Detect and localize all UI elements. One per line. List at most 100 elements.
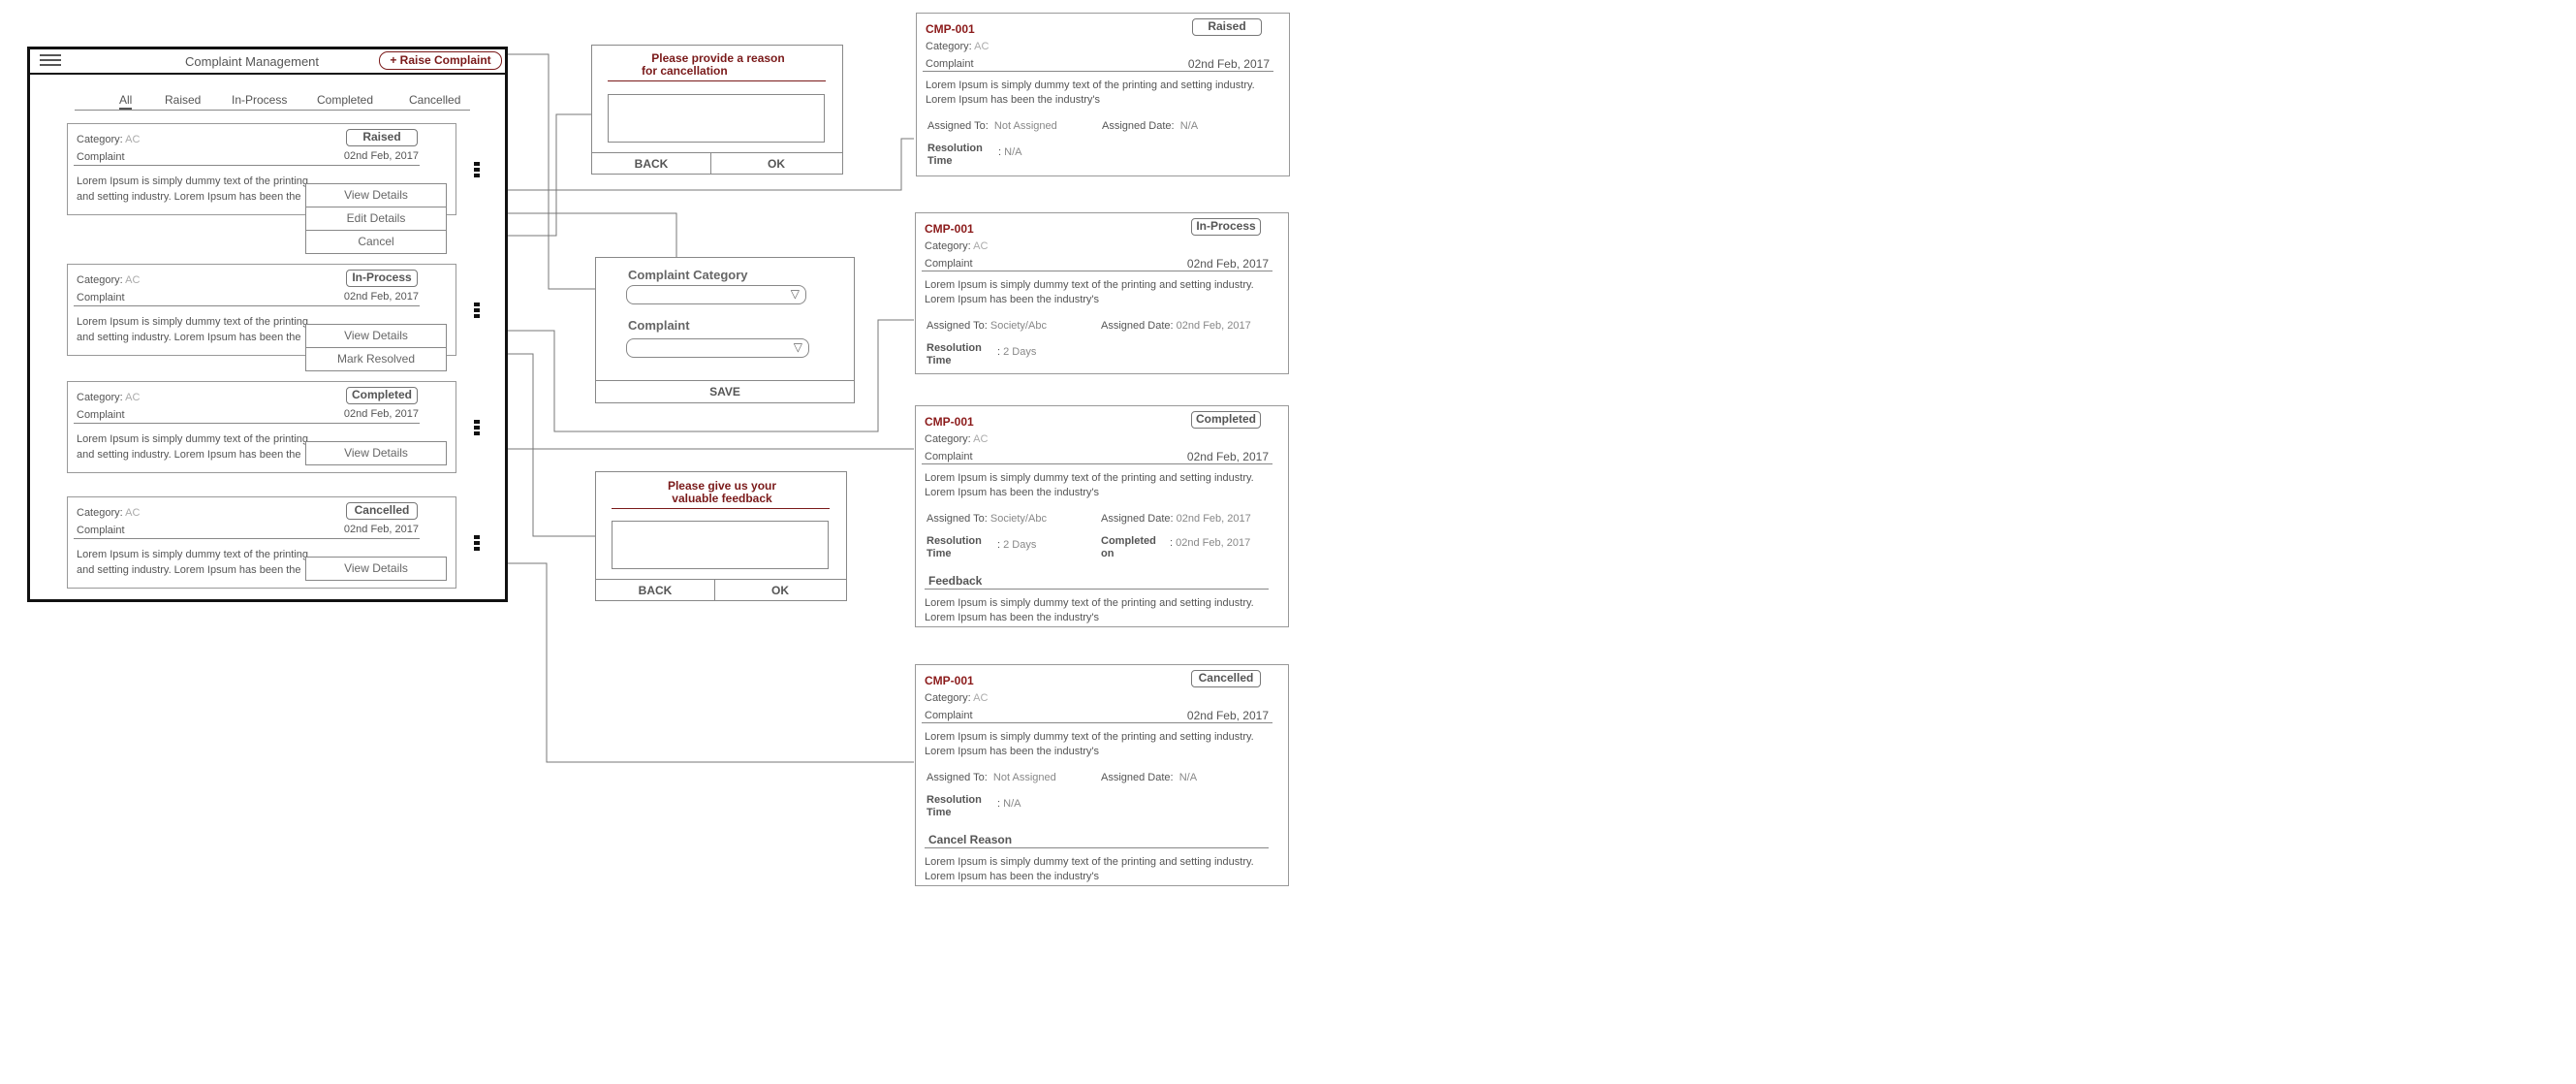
more-options-icon[interactable] bbox=[474, 303, 480, 318]
dropdown-arrow-icon: ▽ bbox=[793, 340, 802, 354]
status-badge: Raised bbox=[346, 129, 418, 146]
card-complaint-label: Complaint bbox=[77, 151, 125, 163]
resolution-time: : N/A bbox=[998, 146, 1022, 158]
tab-raised[interactable]: Raised bbox=[165, 93, 201, 107]
card-description: Lorem Ipsum is simply dummy text of the … bbox=[77, 175, 309, 203]
complaint-id: CMP-001 bbox=[925, 222, 974, 236]
dialog-title: Please give us your valuable feedback bbox=[667, 479, 777, 505]
detail-description: Lorem Ipsum is simply dummy text of the … bbox=[925, 279, 1254, 305]
complaint-select[interactable]: ▽ bbox=[626, 338, 809, 358]
divider bbox=[922, 722, 1272, 723]
more-options-icon[interactable] bbox=[474, 420, 480, 435]
detail-date: 02nd Feb, 2017 bbox=[1186, 257, 1269, 271]
detail-complaint-label: Complaint bbox=[926, 58, 974, 70]
cancel-reason-section-title: Cancel Reason bbox=[928, 833, 1013, 846]
menu-view-details[interactable]: View Details bbox=[306, 184, 446, 207]
menu-view-details[interactable]: View Details bbox=[306, 325, 446, 348]
dialog-buttons: BACK OK bbox=[596, 579, 846, 601]
detail-category: Category: AC bbox=[925, 433, 989, 445]
detail-category: Category: AC bbox=[925, 240, 989, 252]
card-description: Lorem Ipsum is simply dummy text of the … bbox=[77, 549, 309, 576]
save-button[interactable]: SAVE bbox=[596, 381, 854, 402]
detail-description: Lorem Ipsum is simply dummy text of the … bbox=[926, 80, 1255, 106]
resolution-time-label: Resolution Time bbox=[927, 342, 982, 367]
ok-button[interactable]: OK bbox=[714, 580, 846, 601]
divider bbox=[923, 71, 1273, 72]
app-title: Complaint Management bbox=[185, 54, 320, 69]
status-badge: In-Process bbox=[1191, 218, 1261, 236]
back-button[interactable]: BACK bbox=[596, 580, 715, 601]
dialog-buttons: BACK OK bbox=[592, 152, 842, 175]
card-category: Category: AC bbox=[77, 134, 141, 145]
app-bar: Complaint Management + Raise Complaint bbox=[30, 49, 505, 75]
menu-view-details[interactable]: View Details bbox=[306, 558, 446, 580]
complaint-id: CMP-001 bbox=[925, 674, 974, 687]
feedback-section-title: Feedback bbox=[928, 574, 983, 588]
card-options-menu: View Details Mark Resolved bbox=[305, 324, 447, 371]
divider bbox=[74, 538, 420, 539]
card-category: Category: AC bbox=[77, 507, 141, 519]
back-button[interactable]: BACK bbox=[592, 153, 711, 175]
raise-complaint-button[interactable]: + Raise Complaint bbox=[379, 51, 502, 70]
detail-panel-in-process: CMP-001 In-Process Category: AC Complain… bbox=[915, 212, 1289, 374]
detail-complaint-label: Complaint bbox=[925, 258, 973, 270]
status-badge: In-Process bbox=[346, 270, 418, 287]
tab-completed[interactable]: Completed bbox=[317, 93, 373, 107]
resolution-time-label: Resolution Time bbox=[927, 794, 982, 818]
tab-all[interactable]: All bbox=[119, 93, 133, 110]
feedback-text: Lorem Ipsum is simply dummy text of the … bbox=[925, 597, 1254, 623]
complaint-id: CMP-001 bbox=[925, 415, 974, 429]
tab-cancelled[interactable]: Cancelled bbox=[409, 93, 460, 107]
feedback-input[interactable] bbox=[612, 521, 829, 569]
status-badge: Cancelled bbox=[346, 502, 418, 520]
assigned-to: Assigned To: Society/Abc bbox=[927, 513, 1047, 525]
status-badge: Raised bbox=[1192, 18, 1262, 36]
divider bbox=[74, 165, 420, 166]
wire-raise-to-form bbox=[508, 53, 603, 290]
detail-description: Lorem Ipsum is simply dummy text of the … bbox=[925, 731, 1254, 757]
cancel-reason-dialog: Please provide a reason for cancellation… bbox=[591, 45, 843, 175]
detail-panel-cancelled: CMP-001 Cancelled Category: AC Complaint… bbox=[915, 664, 1289, 886]
menu-view-details[interactable]: View Details bbox=[306, 442, 446, 464]
complaint-form-dialog: Complaint Category ▽ Complaint ▽ SAVE bbox=[595, 257, 855, 403]
hamburger-menu-icon[interactable] bbox=[40, 54, 61, 68]
menu-mark-resolved[interactable]: Mark Resolved bbox=[306, 348, 446, 370]
card-date: 02nd Feb, 2017 bbox=[343, 524, 419, 535]
divider bbox=[922, 463, 1272, 464]
title-underline bbox=[608, 80, 826, 81]
more-options-icon[interactable] bbox=[474, 535, 480, 551]
assigned-date: Assigned Date: N/A bbox=[1101, 772, 1198, 783]
card-description: Lorem Ipsum is simply dummy text of the … bbox=[77, 433, 309, 461]
card-category: Category: AC bbox=[77, 392, 141, 403]
menu-cancel[interactable]: Cancel bbox=[306, 231, 446, 253]
assigned-to: Assigned To: Not Assigned bbox=[927, 772, 1056, 783]
dialog-title: Please provide a reason for cancellation bbox=[642, 51, 785, 78]
detail-category: Category: AC bbox=[926, 41, 990, 52]
card-category: Category: AC bbox=[77, 274, 141, 286]
category-select[interactable]: ▽ bbox=[626, 285, 806, 304]
cancel-reason-input[interactable] bbox=[608, 94, 825, 143]
status-tabs: All Raised In-Process Completed Cancelle… bbox=[75, 91, 470, 111]
card-options-menu: View Details bbox=[305, 557, 447, 581]
card-date: 02nd Feb, 2017 bbox=[343, 150, 419, 162]
ok-button[interactable]: OK bbox=[710, 153, 842, 175]
dialog-buttons: SAVE bbox=[596, 380, 854, 401]
assigned-date: Assigned Date: 02nd Feb, 2017 bbox=[1101, 513, 1251, 525]
detail-date: 02nd Feb, 2017 bbox=[1186, 450, 1269, 463]
menu-edit-details[interactable]: Edit Details bbox=[306, 207, 446, 231]
resolution-time-label: Resolution Time bbox=[927, 535, 982, 559]
category-label: Complaint Category bbox=[628, 268, 748, 282]
more-options-icon[interactable] bbox=[474, 162, 480, 177]
card-date: 02nd Feb, 2017 bbox=[343, 291, 419, 303]
tab-in-process[interactable]: In-Process bbox=[232, 93, 287, 107]
completed-on: : 02nd Feb, 2017 bbox=[1170, 537, 1251, 549]
card-options-menu: View Details bbox=[305, 441, 447, 465]
feedback-dialog: Please give us your valuable feedback BA… bbox=[595, 471, 847, 601]
card-options-menu: View Details Edit Details Cancel bbox=[305, 183, 447, 254]
complaint-label: Complaint bbox=[628, 318, 690, 333]
divider bbox=[925, 589, 1269, 590]
assigned-to: Assigned To: Society/Abc bbox=[927, 320, 1047, 332]
card-complaint-label: Complaint bbox=[77, 409, 125, 421]
card-complaint-label: Complaint bbox=[77, 292, 125, 303]
assigned-date: Assigned Date: N/A bbox=[1102, 120, 1199, 132]
